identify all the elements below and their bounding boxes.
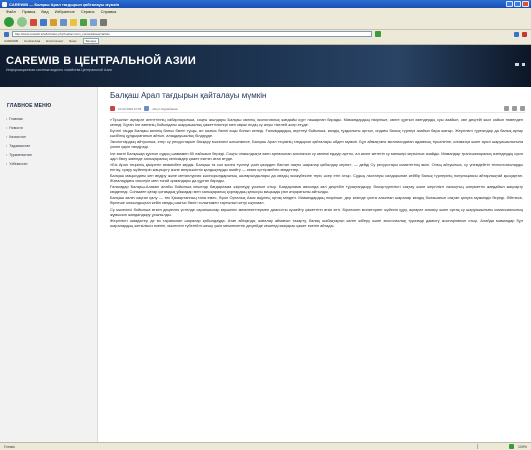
- menu-edit[interactable]: Правка: [22, 9, 36, 14]
- article-paragraph: Іле өзені Балқашқа құятын судың шамамен …: [110, 150, 523, 161]
- bullet-icon: •: [6, 162, 8, 166]
- sidebar-item-label: Таджикистан: [9, 144, 31, 148]
- links-icon[interactable]: [514, 31, 519, 37]
- sidebar-item-uzbekistan[interactable]: • Узбекистан: [6, 160, 32, 169]
- print-page-icon[interactable]: [522, 63, 525, 66]
- zoom-level[interactable]: 100%: [518, 445, 527, 449]
- favorite-link[interactable]: Central Asia: [24, 39, 40, 43]
- refresh-icon[interactable]: [40, 18, 47, 26]
- site-subtitle: Информационная система водного хозяйства…: [6, 68, 112, 72]
- article-paragraph: «Тіршілік» ақпарат агенттігінің хабарлау…: [110, 117, 523, 127]
- article-paragraph: Экологтардың айтуынша, егер су ресурстар…: [110, 139, 523, 150]
- menu-help[interactable]: Справка: [101, 9, 117, 14]
- article: Балқаш Арал тағдырын қайталауы мүмкін 10…: [110, 91, 525, 442]
- article-body: «Тіршілік» ақпарат агенттігінің хабарлау…: [110, 117, 523, 442]
- maximize-button[interactable]: [514, 1, 521, 7]
- article-paragraph: Балқаш көлін сақтап қалу — тек Қазақстан…: [110, 195, 523, 206]
- search-icon[interactable]: [60, 18, 67, 26]
- author-icon: [144, 106, 150, 111]
- article-paragraph: Бүгінгі таңда Балқаш көлінің батыс бөліг…: [110, 128, 523, 139]
- status-bar: Готово 100%: [0, 442, 531, 450]
- pdf-icon[interactable]: [504, 106, 509, 111]
- window-controls: [506, 1, 529, 7]
- article-paragraph: Ғалымдар Балқаш-Алакөл алабы бойынша кеш…: [110, 184, 523, 195]
- favorite-link[interactable]: CAREWIB: [4, 39, 18, 43]
- sidebar-item-home[interactable]: • Главная: [6, 115, 32, 124]
- browser-toolbar: [0, 15, 531, 30]
- bullet-icon: •: [6, 144, 8, 148]
- history-icon[interactable]: [80, 18, 87, 26]
- address-right-tools: [514, 31, 527, 37]
- close-button[interactable]: [522, 1, 529, 7]
- address-input[interactable]: http://www.carewib.info/kz/index.php?opt…: [12, 31, 372, 37]
- sidebar-title: ГЛАВНОЕ МЕНЮ: [7, 103, 52, 109]
- menu-tools[interactable]: Сервис: [81, 9, 95, 14]
- article-title: Балқаш Арал тағдырын қайталауы мүмкін: [110, 91, 267, 100]
- page-icon: [4, 31, 9, 37]
- window-title: CAREWIB — Балқаш Арал тағдырын қайталауы…: [9, 1, 120, 7]
- security-zone: [477, 444, 505, 449]
- article-paragraph: Балқаш маңындағы кен өндіру және металлу…: [110, 172, 523, 183]
- article-paragraph: «Біз Арал теңізінің қасіретін көзімізбен…: [110, 161, 523, 172]
- menu-file[interactable]: Файл: [6, 9, 16, 14]
- sidebar-item-label: Главная: [9, 117, 23, 121]
- minimize-button[interactable]: [506, 1, 513, 7]
- print-article-icon[interactable]: [512, 106, 517, 111]
- sidebar-item-label: Новости: [9, 126, 23, 130]
- address-bar: http://www.carewib.info/kz/index.php?opt…: [0, 30, 531, 38]
- stop-icon[interactable]: [30, 18, 37, 26]
- sidebar: ГЛАВНОЕ МЕНЮ • Главная • Новости • Казахста…: [0, 87, 98, 442]
- window-titlebar: CAREWIB — Балқаш Арал тағдырын қайталауы…: [0, 0, 531, 8]
- menu-view[interactable]: Вид: [41, 9, 48, 14]
- favorite-link[interactable]: Environment: [46, 39, 63, 43]
- article-meta: 10.03.2009 10:55 Айгүл Жұмабаева: [110, 105, 525, 113]
- bullet-icon: •: [6, 126, 8, 130]
- sidebar-item-kazakhstan[interactable]: • Казахстан: [6, 133, 32, 142]
- bullet-icon: •: [6, 135, 8, 139]
- article-paragraph: Жергілікті әкімдіктер де өз тарапынан ша…: [110, 217, 523, 228]
- web-page: CAREWIB В ЦЕНТРАЛЬНОЙ АЗИИ Информационна…: [0, 45, 531, 442]
- rss-icon[interactable]: [515, 63, 519, 66]
- sidebar-item-news[interactable]: • Новости: [6, 124, 32, 133]
- addon-icon[interactable]: [522, 31, 527, 37]
- site-title[interactable]: CAREWIB В ЦЕНТРАЛЬНОЙ АЗИИ: [6, 55, 196, 67]
- bullet-icon: •: [6, 117, 8, 121]
- browser-icon: [2, 1, 7, 7]
- article-paragraph: Су мәселесі бойынша өткен дөңгелек үстел…: [110, 206, 523, 217]
- sidebar-item-label: Казахстан: [9, 135, 26, 139]
- mail-icon[interactable]: [90, 18, 97, 26]
- forward-icon[interactable]: [17, 17, 27, 27]
- bullet-icon: •: [6, 153, 8, 157]
- sidebar-item-label: Узбекистан: [9, 162, 28, 166]
- status-text: Готово: [4, 444, 15, 449]
- favorites-star-icon[interactable]: [70, 18, 77, 26]
- menu-bar: Файл Правка Вид Избранное Сервис Справка: [0, 8, 531, 15]
- print-icon[interactable]: [100, 18, 107, 26]
- favorite-link-active[interactable]: Балқаш: [82, 38, 100, 44]
- sidebar-item-label: Туркменистан: [9, 153, 32, 157]
- status-right: 100%: [477, 444, 527, 449]
- favorite-link[interactable]: News: [69, 39, 77, 43]
- site-banner: CAREWIB В ЦЕНТРАЛЬНОЙ АЗИИ Информационна…: [0, 45, 531, 87]
- sidebar-item-tajikistan[interactable]: • Таджикистан: [6, 142, 32, 151]
- article-date: 10.03.2009 10:55: [118, 106, 142, 111]
- favorites-bar: CAREWIB Central Asia Environment News Ба…: [0, 38, 531, 45]
- calendar-icon: [110, 106, 115, 111]
- email-icon[interactable]: [520, 106, 525, 111]
- sidebar-item-turkmenistan[interactable]: • Туркменистан: [6, 151, 32, 160]
- internet-zone-icon: [509, 444, 515, 449]
- article-tools: [504, 106, 525, 111]
- home-icon[interactable]: [50, 18, 57, 26]
- menu-favorites[interactable]: Избранное: [55, 9, 75, 14]
- article-author: Айгүл Жұмабаева: [152, 106, 178, 111]
- go-button[interactable]: [375, 31, 381, 37]
- sidebar-menu: • Главная • Новости • Казахстан • Таджикиста…: [6, 115, 32, 169]
- back-icon[interactable]: [4, 17, 14, 27]
